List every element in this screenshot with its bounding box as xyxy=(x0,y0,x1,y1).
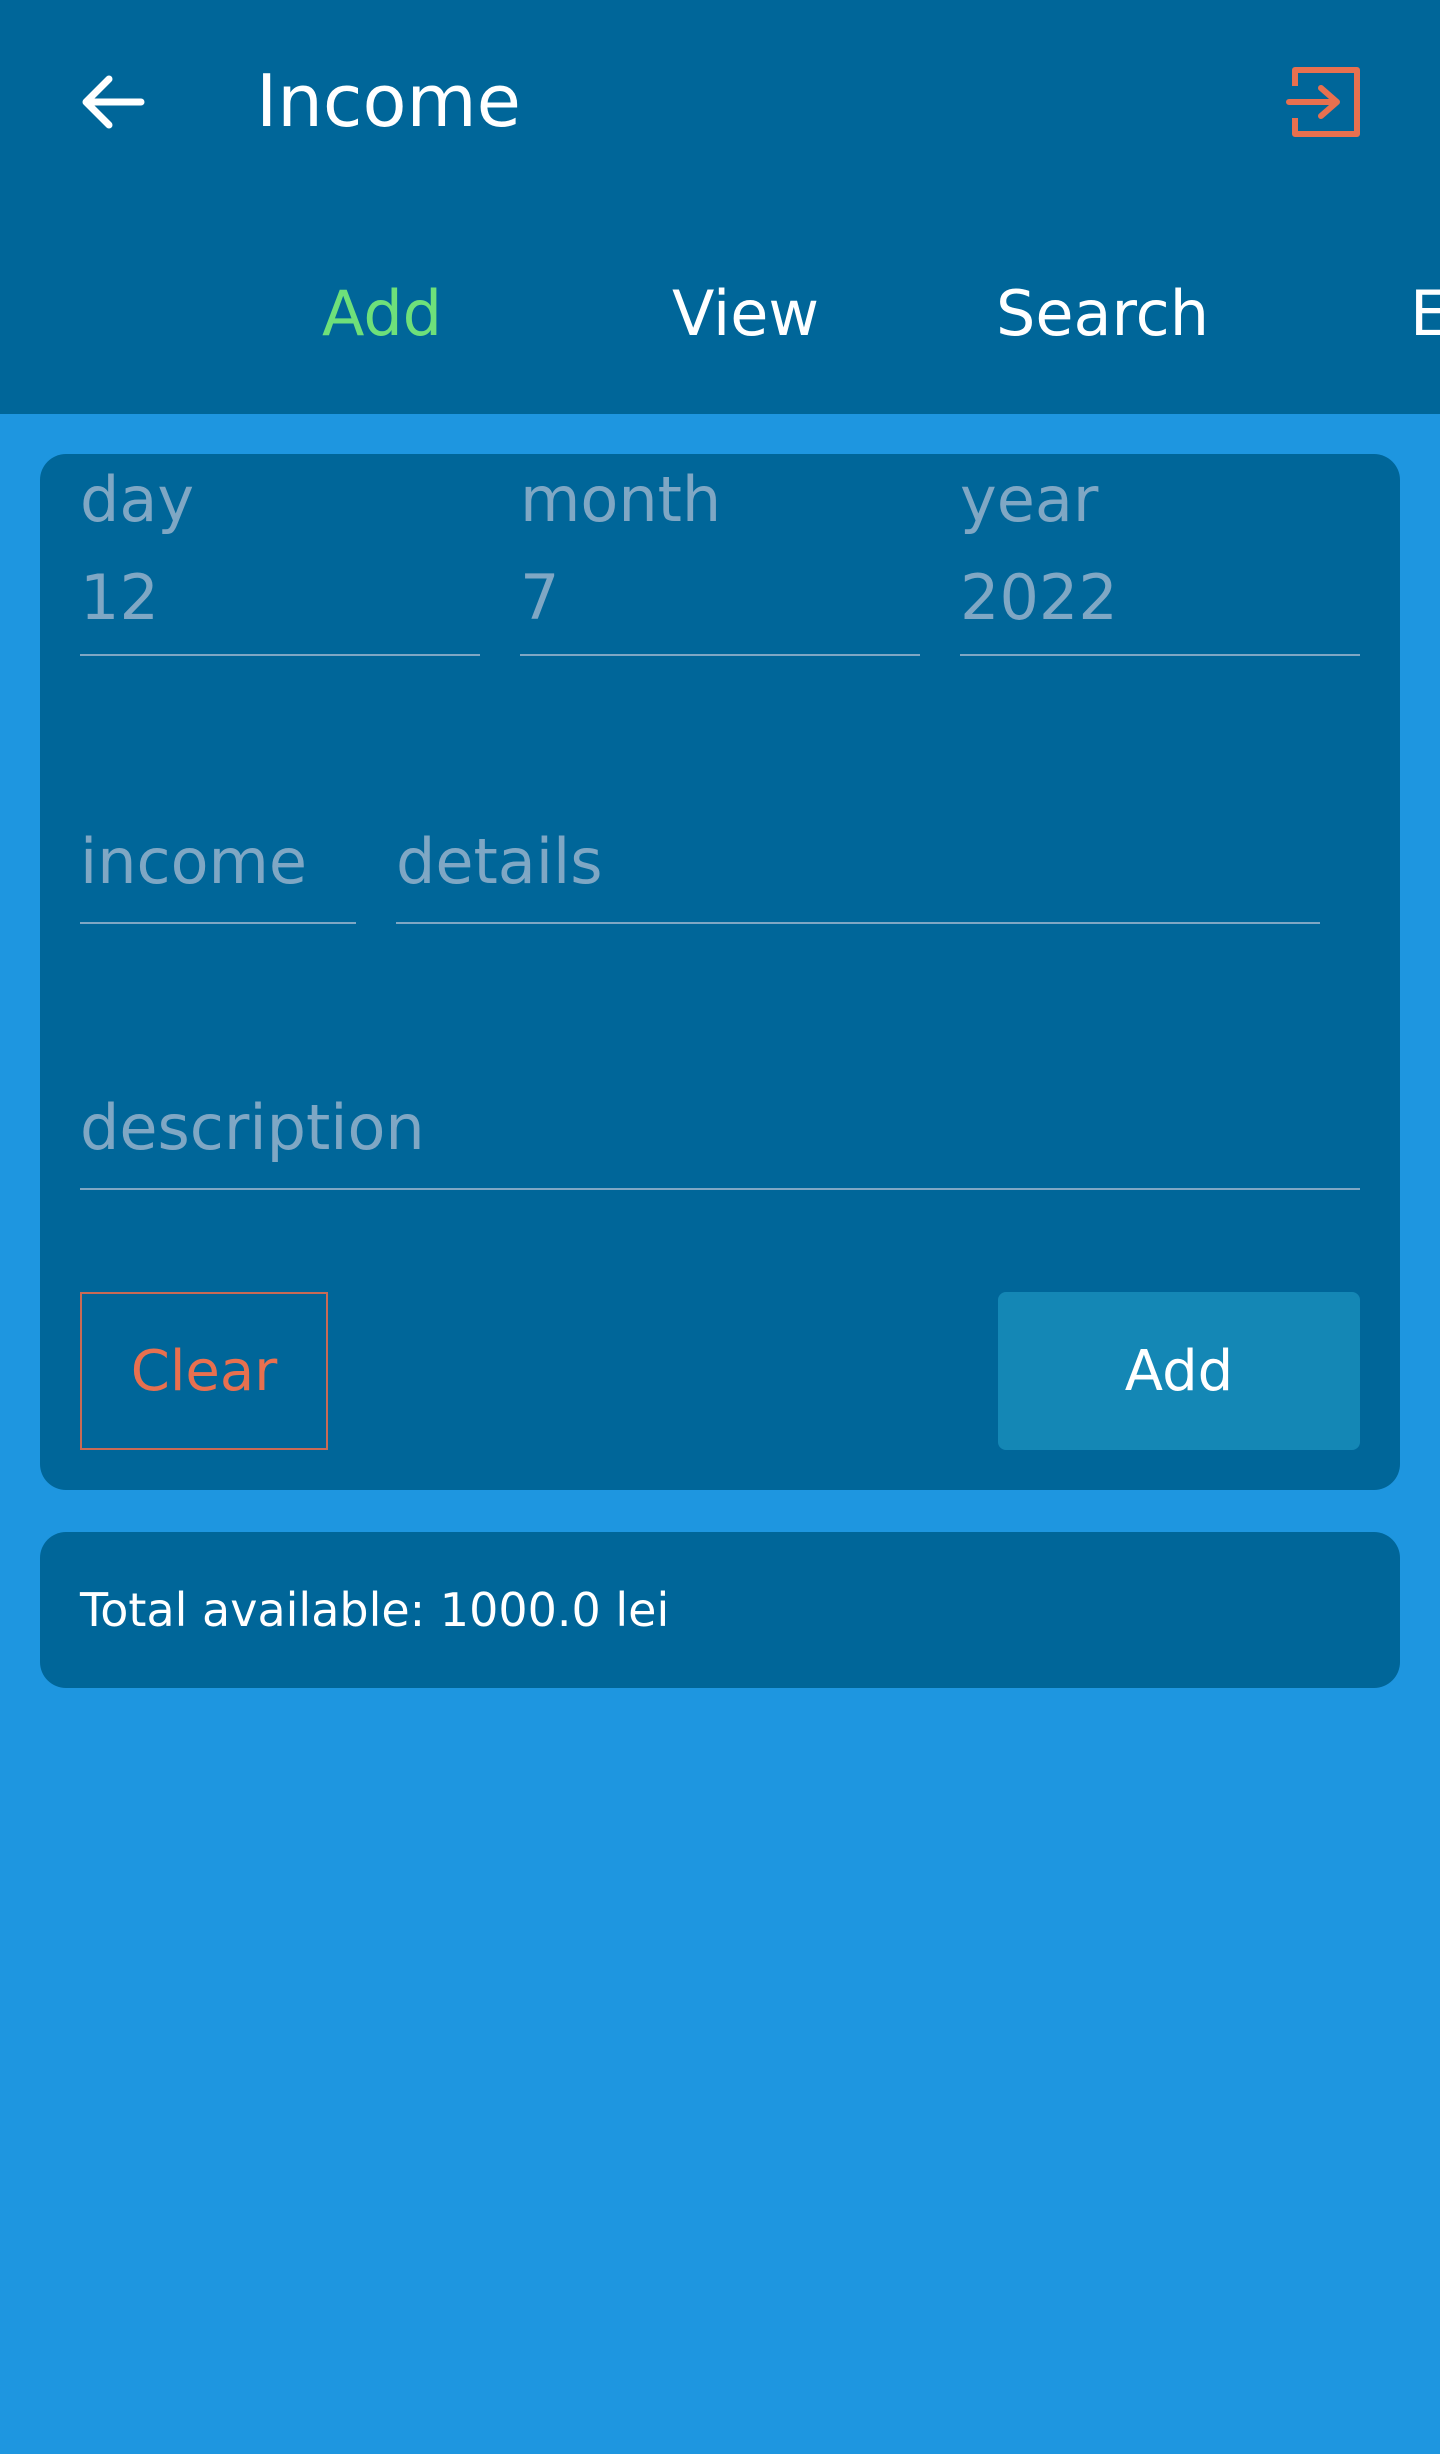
day-value: 12 xyxy=(80,561,159,634)
total-card: Total available: 1000.0 lei xyxy=(40,1532,1400,1688)
total-available-text: Total available: 1000.0 lei xyxy=(80,1583,670,1637)
day-field[interactable]: day 12 xyxy=(80,454,480,656)
year-field[interactable]: year 2022 xyxy=(960,454,1360,656)
app-bar: Income Add View Search E xyxy=(0,0,1440,414)
add-button[interactable]: Add xyxy=(998,1292,1360,1450)
tab-bar: Add View Search E xyxy=(0,262,1440,366)
page-title: Income xyxy=(256,59,521,143)
arrow-left-icon xyxy=(82,75,145,129)
tab-view[interactable]: View xyxy=(672,262,819,366)
month-label: month xyxy=(520,463,722,536)
back-button[interactable] xyxy=(72,62,152,142)
description-field[interactable]: description xyxy=(80,1080,1360,1190)
year-value: 2022 xyxy=(960,561,1118,634)
income-form-card: day 12 month 7 year 2022 income details … xyxy=(40,454,1400,1490)
month-value: 7 xyxy=(520,561,560,634)
tab-add[interactable]: Add xyxy=(322,262,442,366)
description-label: description xyxy=(80,1091,425,1164)
month-field[interactable]: month 7 xyxy=(520,454,920,656)
logout-button[interactable] xyxy=(1283,62,1367,142)
details-field[interactable]: details xyxy=(396,814,1320,924)
tab-partial[interactable]: E xyxy=(1410,262,1440,366)
logout-icon xyxy=(1286,67,1360,137)
tab-search[interactable]: Search xyxy=(996,262,1209,366)
day-label: day xyxy=(80,463,195,536)
income-label: income xyxy=(80,825,308,898)
income-field[interactable]: income xyxy=(80,814,356,924)
details-label: details xyxy=(396,825,603,898)
clear-button[interactable]: Clear xyxy=(80,1292,328,1450)
year-label: year xyxy=(960,463,1099,536)
